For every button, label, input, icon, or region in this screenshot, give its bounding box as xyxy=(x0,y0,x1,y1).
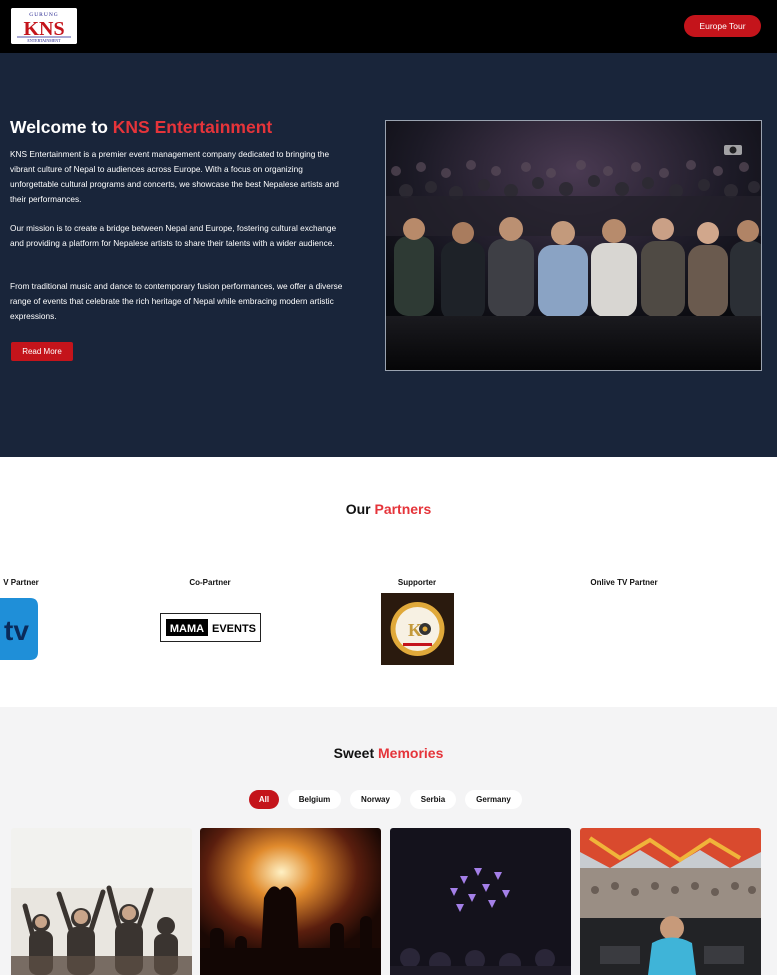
memories-title: Sweet Memories xyxy=(0,745,777,761)
filter-germany[interactable]: Germany xyxy=(465,790,522,809)
partners-title-prefix: Our xyxy=(345,501,375,517)
logo-graphic: GURUNG KNS ENTERTAINMENT xyxy=(11,8,77,44)
kns-logo[interactable]: GURUNG KNS ENTERTAINMENT xyxy=(11,8,77,44)
hero-paragraph-2: Our mission is to create a bridge betwee… xyxy=(10,223,337,248)
filter-all[interactable]: All xyxy=(249,790,279,809)
svg-text:tv: tv xyxy=(4,615,29,646)
hero-title: Welcome to KNS Entertainment xyxy=(10,117,272,138)
ko-logo-graphic: K xyxy=(381,593,454,665)
partner-label-supporter: Supporter xyxy=(397,578,437,587)
memories-section: Sweet Memories All Belgium Norway Serbia… xyxy=(0,707,777,975)
events-text: EVENTS xyxy=(212,623,256,635)
filter-serbia[interactable]: Serbia xyxy=(410,790,456,809)
partner-label-tv: V Partner xyxy=(3,578,39,587)
logo-bottom-text: ENTERTAINMENT xyxy=(27,38,61,43)
crowd-photo xyxy=(11,828,192,975)
memories-title-accent: Memories xyxy=(378,745,444,761)
mama-events-logo-graphic: MAMA EVENTS xyxy=(160,613,261,642)
europe-tour-button[interactable]: Europe Tour xyxy=(684,15,761,37)
hero-group-photo xyxy=(385,120,762,371)
top-nav-bar: GURUNG KNS ENTERTAINMENT Europe Tour xyxy=(0,0,777,53)
light-show-photo xyxy=(390,828,571,975)
filter-belgium[interactable]: Belgium xyxy=(288,790,341,809)
memory-card-crowd[interactable] xyxy=(11,828,192,975)
mama-events-logo[interactable]: MAMA EVENTS xyxy=(160,613,261,642)
hero-paragraph-3: From traditional music and dance to cont… xyxy=(10,281,343,321)
filter-norway[interactable]: Norway xyxy=(350,790,401,809)
group-photo-image xyxy=(386,121,761,370)
partners-section: Our Partners V Partner Co-Partner Suppor… xyxy=(0,457,777,707)
mama-text: MAMA xyxy=(170,623,204,635)
hero-paragraph-1: KNS Entertainment is a premier event man… xyxy=(10,149,339,204)
concert-hands-photo xyxy=(200,828,381,975)
tv-logo-icon: tv xyxy=(0,598,38,660)
hero-title-prefix: Welcome to xyxy=(10,117,113,137)
hero-title-accent: KNS Entertainment xyxy=(112,117,273,137)
partners-title-accent: Partners xyxy=(374,501,432,517)
partner-label-onlive-tv: Onlive TV Partner xyxy=(590,578,658,587)
memory-card-dj[interactable] xyxy=(580,828,761,975)
supporter-logo[interactable]: K xyxy=(381,593,454,665)
memory-card-lightshow[interactable] xyxy=(390,828,571,975)
memory-card-concert[interactable] xyxy=(200,828,381,975)
tv-partner-logo[interactable]: tv xyxy=(0,596,40,662)
hero-section: Welcome to KNS Entertainment KNS Enterta… xyxy=(0,53,777,457)
read-more-button[interactable]: Read More xyxy=(11,342,73,361)
memories-title-prefix: Sweet xyxy=(333,745,378,761)
dj-festival-photo xyxy=(580,828,761,975)
partners-title: Our Partners xyxy=(0,501,777,517)
partner-label-co-partner: Co-Partner xyxy=(189,578,231,587)
